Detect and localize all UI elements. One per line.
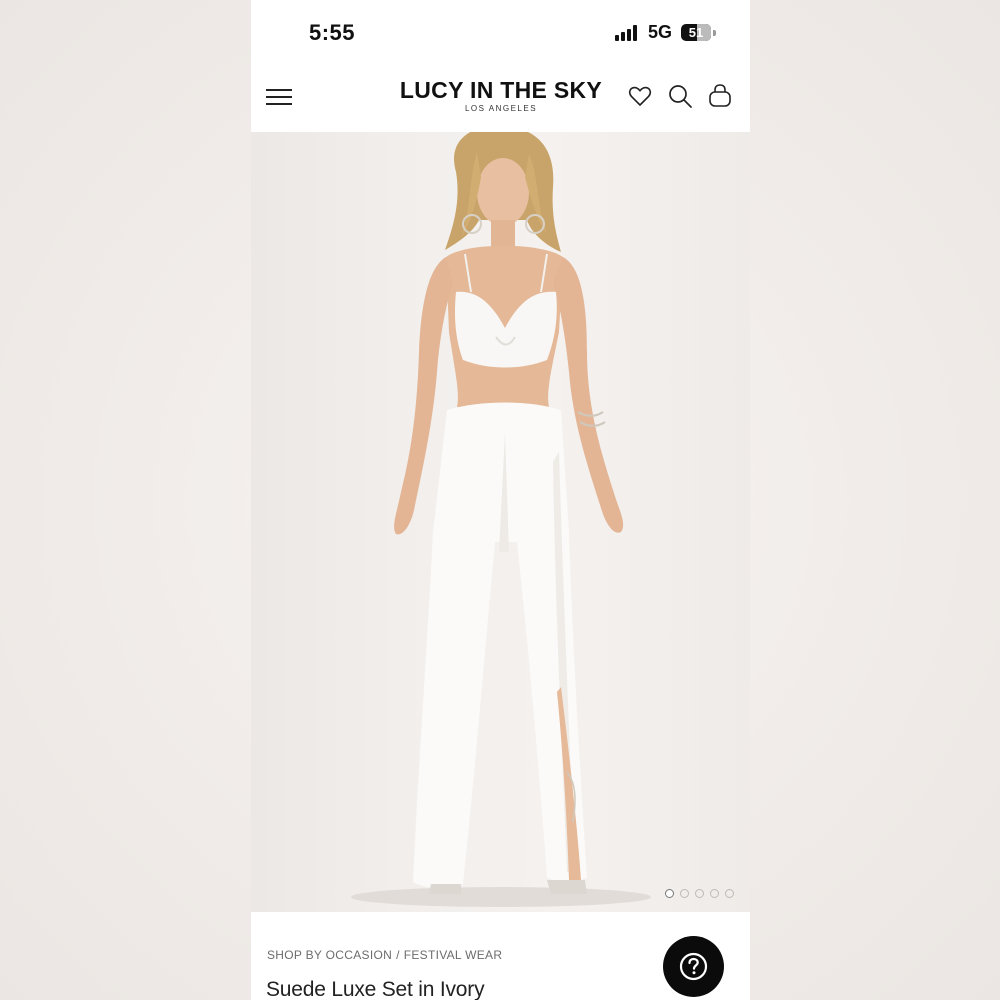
breadcrumb-separator: / xyxy=(396,948,400,962)
gallery-dot[interactable] xyxy=(725,889,734,898)
status-bar: 5:55 5G 51 xyxy=(251,0,750,66)
brand-subtitle: LOS ANGELES xyxy=(464,104,538,113)
menu-icon[interactable] xyxy=(266,87,292,109)
product-title: Suede Luxe Set in Ivory xyxy=(266,978,485,1000)
screenshot-backdrop: 5:55 5G 51 LUCY IN THE SKY LOS ANGELES S… xyxy=(0,0,1000,1000)
brand-name: LUCY IN THE SKY xyxy=(399,77,603,103)
breadcrumb-shop-by-occasion[interactable]: SHOP BY OCCASION xyxy=(267,948,392,962)
help-button[interactable] xyxy=(663,936,724,997)
brand-logo[interactable]: LUCY IN THE SKY LOS ANGELES xyxy=(381,76,621,114)
breadcrumb-festival-wear[interactable]: FESTIVAL WEAR xyxy=(404,948,503,962)
status-time: 5:55 xyxy=(309,20,356,45)
product-image[interactable] xyxy=(251,132,750,912)
gallery-pagination xyxy=(665,889,740,899)
gallery-dot[interactable] xyxy=(695,889,704,898)
battery-level: 51 xyxy=(688,25,704,40)
search-icon[interactable] xyxy=(667,83,693,109)
gallery-dot[interactable] xyxy=(665,889,674,898)
signal-icon xyxy=(615,25,641,41)
phone-screen: 5:55 5G 51 LUCY IN THE SKY LOS ANGELES S… xyxy=(251,0,750,1000)
heart-icon[interactable] xyxy=(627,83,653,109)
site-header: LUCY IN THE SKY LOS ANGELES xyxy=(251,66,750,132)
breadcrumb: SHOP BY OCCASION / FESTIVAL WEAR xyxy=(267,948,502,962)
battery-icon: 51 xyxy=(681,24,711,41)
battery-cap xyxy=(713,30,716,36)
question-icon xyxy=(679,952,708,981)
gallery-dot[interactable] xyxy=(710,889,719,898)
network-type: 5G xyxy=(648,22,673,42)
model-photo xyxy=(351,132,651,907)
gallery-dot[interactable] xyxy=(680,889,689,898)
bag-icon[interactable] xyxy=(707,83,733,109)
